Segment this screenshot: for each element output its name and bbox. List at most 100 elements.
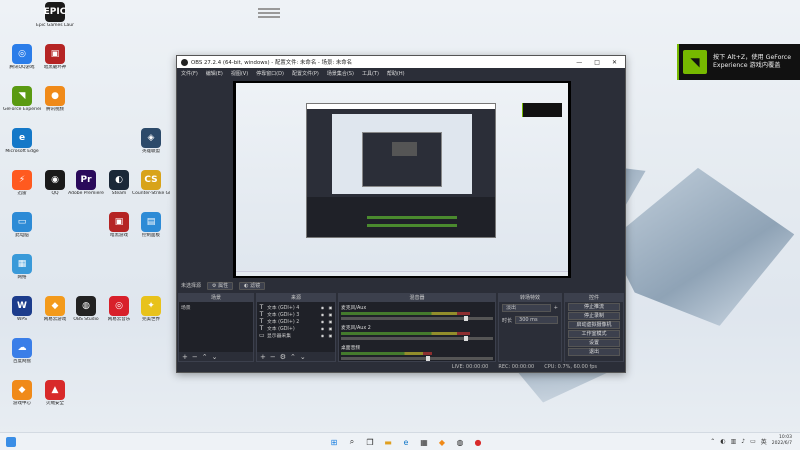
control-button[interactable]: 启动虚拟摄像机: [568, 321, 620, 329]
app-icon: ●: [45, 86, 65, 106]
source-item[interactable]: T 文本 (GDI+) 4 ◉ ▣: [259, 304, 333, 311]
ime-icon[interactable]: 英: [761, 437, 767, 446]
search-icon[interactable]: ⌕: [346, 436, 358, 448]
desktop-icon-label: Epic Games Launcher: [36, 23, 74, 28]
menu-item[interactable]: 工具(T): [362, 70, 379, 77]
maximize-icon[interactable]: □: [594, 59, 600, 66]
nvidia-toast-line2: Experience 游戏内覆盖: [713, 62, 781, 69]
menu-item[interactable]: 视图(V): [231, 70, 248, 77]
lock-icon[interactable]: ▣: [328, 305, 333, 310]
gear-icon[interactable]: ⚙: [280, 353, 286, 361]
widgets-icon[interactable]: [6, 437, 16, 447]
app-icon: Pr: [76, 170, 96, 190]
slider-handle[interactable]: [464, 336, 469, 341]
app-icon[interactable]: ●: [472, 436, 484, 448]
volume-icon[interactable]: ♪: [741, 438, 745, 445]
edge-icon[interactable]: e: [400, 436, 412, 448]
desktop-icon[interactable]: ◈ 英雄联盟: [132, 128, 170, 154]
clock[interactable]: 10:03 2022/6/7: [772, 435, 792, 447]
scenes-dock: 场景 场景 + − ⌃ ⌄: [178, 293, 254, 362]
lock-icon[interactable]: ▣: [328, 319, 333, 324]
control-button[interactable]: 工作室模式: [568, 330, 620, 338]
control-button[interactable]: 停止推流: [568, 303, 620, 311]
chevron-down-icon[interactable]: ⌄: [300, 353, 306, 361]
eye-icon[interactable]: ◉: [320, 333, 325, 338]
menu-item[interactable]: 文件(F): [181, 70, 198, 77]
lock-icon[interactable]: ▣: [328, 312, 333, 317]
add-icon[interactable]: +: [554, 305, 558, 311]
volume-slider[interactable]: [341, 356, 493, 361]
file-explorer-icon[interactable]: ▬: [382, 436, 394, 448]
desktop-icons: EPICEpic Games Launcher◎腾讯QQ游戏▣暗黑破坏神◥GeF…: [0, 0, 170, 420]
menu-item[interactable]: 帮助(H): [387, 70, 405, 77]
steam-tray-icon[interactable]: ◐: [720, 438, 725, 445]
desktop-icon[interactable]: EPICEpic Games Launcher: [36, 2, 74, 28]
chevron-up-icon[interactable]: ⌃: [290, 353, 296, 361]
control-button[interactable]: 退出: [568, 348, 620, 356]
battery-icon[interactable]: ▭: [750, 438, 756, 445]
source-item[interactable]: T 文本 (GDI+) 3 ◉ ▣: [259, 311, 333, 318]
desktop-icon[interactable]: ▭ 此电脑: [3, 212, 41, 238]
eye-icon[interactable]: ◉: [320, 312, 325, 317]
properties-button[interactable]: ⚙ 属性: [207, 281, 234, 290]
desktop-icon[interactable]: ● 腾讯视频: [36, 86, 74, 112]
volume-meter: [341, 332, 471, 335]
desktop-icon[interactable]: ▦ 网络: [3, 254, 41, 280]
eye-icon[interactable]: ◉: [320, 319, 325, 324]
obs-titlebar[interactable]: OBS 27.2.4 (64-bit, windows) - 配置文件: 未命名…: [177, 56, 625, 68]
obs-window[interactable]: OBS 27.2.4 (64-bit, windows) - 配置文件: 未命名…: [176, 55, 626, 373]
add-icon[interactable]: +: [260, 353, 266, 361]
menu-item[interactable]: 编辑(E): [206, 70, 223, 77]
desktop-icon[interactable]: e Microsoft Edge: [3, 128, 41, 154]
nvidia-overlay-toast[interactable]: ◥ 按下 Alt+Z，使用 GeForce Experience 游戏内覆盖: [677, 44, 800, 80]
obs-taskbar-icon[interactable]: ◍: [454, 436, 466, 448]
volume-meter: [341, 312, 471, 315]
remove-icon[interactable]: −: [192, 353, 198, 361]
transitions-dock-header: 转场特效: [499, 294, 561, 302]
slider-handle[interactable]: [426, 356, 431, 361]
task-view-icon[interactable]: ❐: [364, 436, 376, 448]
start-icon[interactable]: ⊞: [328, 436, 340, 448]
volume-slider[interactable]: [341, 316, 493, 321]
desktop-icon[interactable]: ▤ 控制面板: [132, 212, 170, 238]
duration-input[interactable]: 300 ms: [515, 316, 558, 324]
minimize-icon[interactable]: —: [576, 59, 582, 66]
app-icon: ⚡: [12, 170, 32, 190]
chevron-up-icon[interactable]: ⌃: [710, 438, 715, 445]
menu-item[interactable]: 场景集合(S): [327, 70, 354, 77]
desktop-icon[interactable]: ✦ 完美世界: [132, 296, 170, 322]
preview-canvas[interactable]: [233, 81, 571, 278]
control-button[interactable]: 设置: [568, 339, 620, 347]
source-item[interactable]: ▭ 显示器采集 ◉ ▣: [259, 332, 333, 339]
remove-icon[interactable]: −: [270, 353, 276, 361]
source-item[interactable]: T 文本 (GDI+) 2 ◉ ▣: [259, 318, 333, 325]
add-icon[interactable]: +: [182, 353, 188, 361]
app-icon: ◎: [12, 44, 32, 64]
control-button[interactable]: 停止录制: [568, 312, 620, 320]
scene-item[interactable]: 场景: [181, 304, 251, 311]
source-item[interactable]: T 文本 (GDI+) ◉ ▣: [259, 325, 333, 332]
desktop-icon[interactable]: CSCounter-Strike Global Off...: [132, 170, 170, 196]
close-icon[interactable]: ✕: [612, 59, 617, 66]
desktop-icon[interactable]: ▣ 暗黑破坏神: [36, 44, 74, 70]
desktop-icon[interactable]: ▲ 火绒安全: [36, 380, 74, 406]
chevron-down-icon[interactable]: ⌄: [212, 353, 218, 361]
chevron-up-icon[interactable]: ⌃: [202, 353, 208, 361]
transition-type-select[interactable]: 淡出: [502, 304, 551, 312]
lock-icon[interactable]: ▣: [328, 326, 333, 331]
desktop-icon[interactable]: ☁ 百度网盘: [3, 338, 41, 364]
menu-item[interactable]: 配置文件(P): [292, 70, 319, 77]
transitions-dock: 转场特效 淡出 + 时长 300 ms: [498, 293, 562, 362]
sources-list: T 文本 (GDI+) 4 ◉ ▣ T 文本 (GDI+) 3 ◉ ▣ T 文本 (GDI+) 2…: [257, 302, 335, 352]
store-icon[interactable]: ▦: [418, 436, 430, 448]
eye-icon[interactable]: ◉: [320, 305, 325, 310]
slider-handle[interactable]: [464, 316, 469, 321]
game-icon[interactable]: ◆: [436, 436, 448, 448]
network-icon[interactable]: ▥: [731, 438, 737, 445]
volume-slider[interactable]: [341, 336, 493, 341]
menu-item[interactable]: 停靠窗口(D): [256, 70, 284, 77]
eye-icon[interactable]: ◉: [320, 326, 325, 331]
mixer-channel-name: 麦克风/Aux: [341, 306, 367, 311]
lock-icon[interactable]: ▣: [328, 333, 333, 338]
filters-button[interactable]: ◐ 滤镜: [239, 281, 266, 290]
